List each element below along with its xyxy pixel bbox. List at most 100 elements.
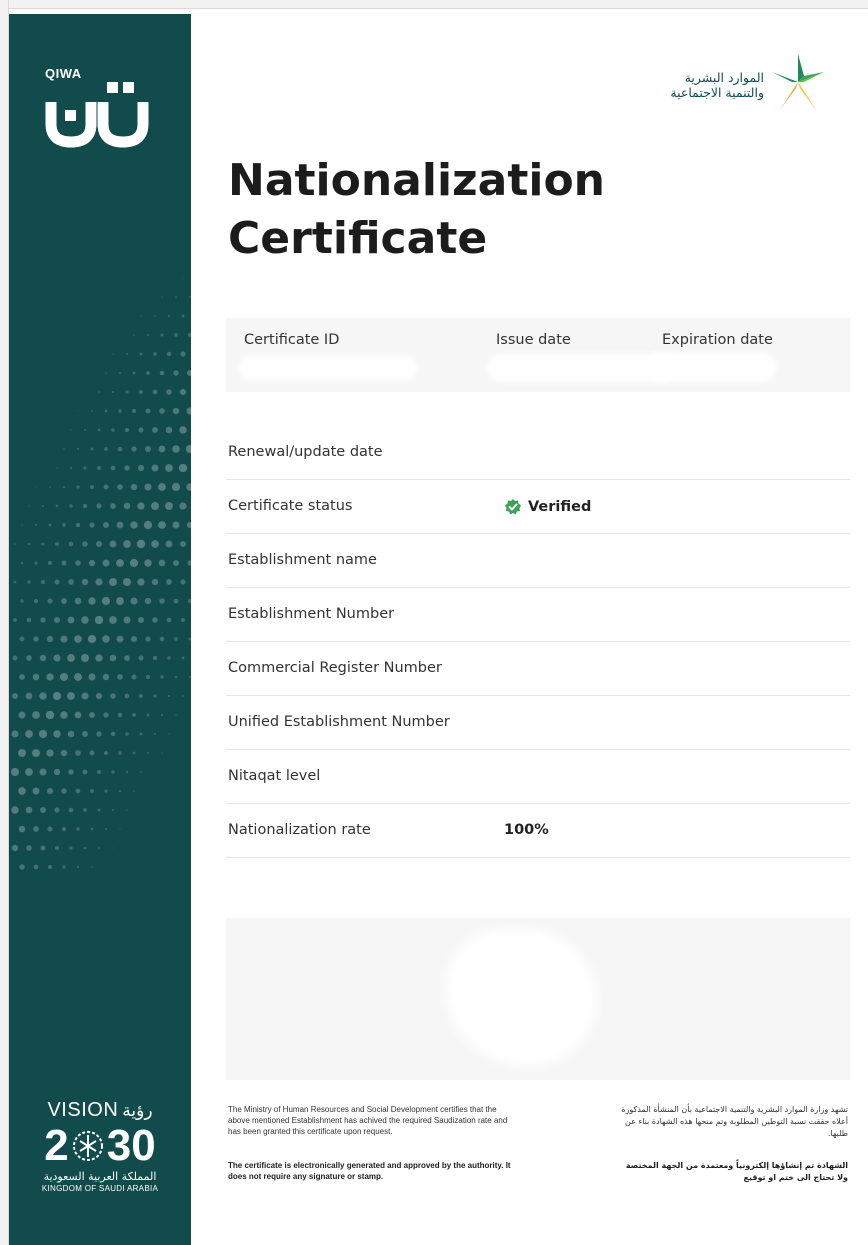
dot-pattern-decoration (10, 277, 191, 870)
decorative-dot (67, 616, 75, 624)
decorative-dot (83, 466, 87, 470)
decorative-dot (14, 543, 16, 545)
decorative-dot (61, 826, 67, 832)
decorative-dot (119, 828, 121, 830)
decorative-dot (159, 370, 165, 376)
decorative-dot (18, 825, 26, 833)
decorative-dot (171, 482, 181, 492)
decorative-dot (46, 749, 54, 757)
decorative-dot (131, 674, 137, 680)
decorative-dot (139, 694, 143, 698)
redacted-qr-code (446, 928, 596, 1066)
certificate-status-value: Verified (504, 498, 591, 516)
decorative-dot (33, 598, 39, 604)
decorative-dot (159, 636, 165, 642)
decorative-dot (178, 463, 188, 473)
decorative-dot (97, 428, 101, 432)
decorative-dot (153, 694, 157, 698)
decorative-dot (105, 828, 107, 830)
decorative-dot (166, 579, 172, 585)
decorative-dot (68, 807, 74, 813)
decorative-dot (152, 617, 158, 623)
decorative-dot (140, 771, 142, 773)
decorative-dot (53, 616, 61, 624)
decorative-dot (74, 673, 82, 681)
decorative-dot (111, 770, 115, 774)
decorative-dot (109, 616, 117, 624)
detail-row-renewal-date: Renewal/update date (226, 426, 850, 480)
decorative-dot (61, 598, 67, 604)
decorative-dot (145, 636, 151, 642)
decorative-dot (130, 521, 138, 529)
decorative-dot (168, 733, 170, 735)
decorative-dot (82, 731, 88, 737)
decorative-dot (19, 636, 25, 642)
decorative-dot (166, 389, 172, 395)
vision-year-right: 30 (106, 1121, 156, 1170)
decorative-dot (173, 370, 179, 376)
decorative-dot (97, 808, 101, 812)
qiwa-word: QIWA (45, 66, 82, 81)
decorative-dot (75, 522, 81, 528)
decorative-dot (124, 693, 130, 699)
decorative-dot (61, 560, 67, 566)
footer-note-en: The certificate is electronically genera… (228, 1161, 511, 1181)
verified-check-icon (505, 499, 521, 515)
decorative-dot (48, 561, 52, 565)
decorative-dot (181, 656, 185, 660)
decorative-dot (59, 672, 69, 682)
decorative-dot (161, 296, 163, 298)
decorative-dot (144, 597, 152, 605)
decorative-dot (110, 503, 116, 509)
palm-emblem-icon (72, 1131, 103, 1161)
decorative-dot (110, 693, 116, 699)
detail-row-establishment-number: Establishment Number (226, 588, 850, 642)
decorative-dot (158, 559, 166, 567)
decorative-dot (172, 521, 180, 529)
decorative-dot (131, 408, 137, 414)
decorative-dot (83, 428, 87, 432)
commercial-register-label: Commercial Register Number (228, 660, 442, 676)
decorative-dot (67, 692, 75, 700)
decorative-dot (139, 732, 143, 736)
decorative-dot (151, 464, 159, 472)
decorative-dot (131, 636, 137, 642)
detail-row-nitaqat-level: Nitaqat level (226, 750, 850, 804)
decorative-dot (110, 731, 116, 737)
decorative-dot (174, 333, 178, 337)
decorative-dot (174, 637, 178, 641)
decorative-dot (137, 464, 145, 472)
decorative-dot (145, 674, 151, 680)
decorative-dot (75, 750, 81, 756)
decorative-dot (55, 504, 59, 508)
decorative-dot (124, 655, 130, 661)
decorative-dot (136, 539, 146, 549)
decorative-dot (20, 599, 24, 603)
decorative-dot (25, 692, 33, 700)
decorative-dot (153, 732, 157, 736)
decorative-dot (179, 502, 187, 510)
decorative-dot (69, 504, 73, 508)
decorative-dot (166, 617, 172, 623)
decorative-dot (123, 502, 131, 510)
decorative-dot (143, 520, 153, 530)
decorative-dot (48, 865, 52, 869)
nationalization-rate-label: Nationalization rate (228, 822, 371, 838)
decorative-dot (132, 371, 136, 375)
decorative-dot (123, 616, 131, 624)
decorative-dot (91, 410, 93, 412)
decorative-dot (88, 711, 96, 719)
decorative-dot (110, 465, 116, 471)
decorative-dot (74, 711, 82, 719)
decorative-dot (118, 751, 122, 755)
decorative-dot (76, 827, 80, 831)
detail-row-nationalization-rate: Nationalization rate 100% (226, 804, 850, 858)
decorative-dot (28, 505, 30, 507)
ministry-name: الموارد البشرية والتنمية الاجتماعية (648, 70, 764, 100)
decorative-dot (158, 445, 166, 453)
footer-statement-en: The Ministry of Human Resources and Soci… (228, 1105, 508, 1136)
decorative-dot (18, 711, 26, 719)
detail-row-establishment-name: Establishment name (226, 534, 850, 588)
decorative-dot (34, 523, 38, 527)
decorative-dot (111, 390, 115, 394)
